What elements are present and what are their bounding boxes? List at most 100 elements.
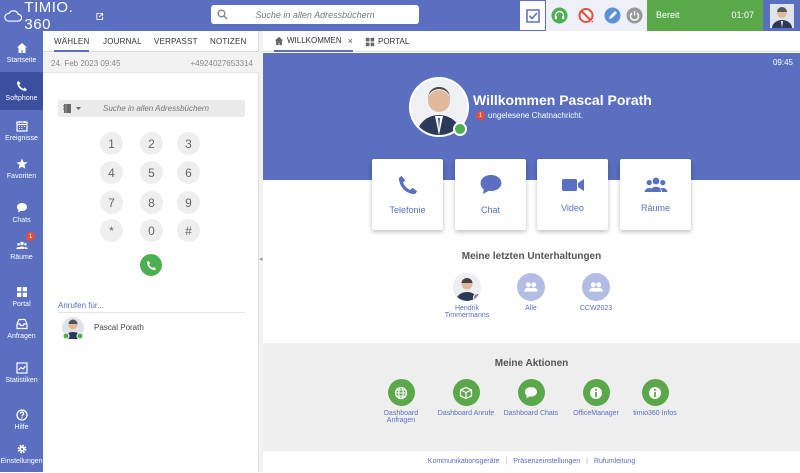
task-check-button[interactable] bbox=[519, 0, 546, 31]
tab-willkommen[interactable]: WILLKOMMEN × bbox=[274, 31, 353, 52]
cloud-icon bbox=[4, 10, 23, 22]
nav-item-einstellungen[interactable]: Einstellungen bbox=[0, 435, 43, 473]
contact-row[interactable]: Pascal Porath bbox=[58, 317, 245, 339]
unread-notice[interactable]: 1 ungelesene Chatnachricht. bbox=[476, 111, 583, 120]
link-praesenzeinstellungen[interactable]: Präsenzeinstellungen bbox=[513, 458, 580, 465]
nav-item-hilfe[interactable]: Hilfe bbox=[0, 401, 43, 439]
online-status-icon bbox=[453, 122, 467, 136]
actions-title: Meine Aktionen bbox=[494, 358, 569, 369]
headset-button[interactable] bbox=[546, 0, 573, 31]
info-icon bbox=[590, 386, 602, 399]
nav-item-anfragen[interactable]: Anfragen bbox=[0, 310, 43, 348]
nav-item-softphone[interactable]: Softphone bbox=[0, 72, 43, 110]
close-icon[interactable]: × bbox=[348, 36, 353, 46]
power-button[interactable] bbox=[621, 0, 648, 31]
dial-key-star[interactable]: * bbox=[100, 219, 123, 242]
phone-icon bbox=[398, 175, 417, 195]
card-telefonie[interactable]: Telefonie bbox=[372, 159, 443, 230]
conversation-alle[interactable]: Alle bbox=[501, 273, 561, 312]
group-icon bbox=[589, 282, 603, 292]
group-avatar bbox=[582, 273, 610, 301]
gear-icon bbox=[17, 444, 26, 454]
nav-item-raeume[interactable]: Räume 1 bbox=[0, 231, 43, 269]
power-icon bbox=[626, 7, 643, 24]
card-raeume[interactable]: Räume bbox=[620, 159, 691, 230]
main-tabs: WILLKOMMEN × PORTAL bbox=[263, 31, 800, 52]
dial-key-0[interactable]: 0 bbox=[140, 219, 163, 242]
nav-label: Portal bbox=[12, 301, 31, 308]
link-rufumleitung[interactable]: Rufumleitung bbox=[594, 458, 635, 465]
nav-label: Anfragen bbox=[7, 333, 36, 340]
status-label: Bereit bbox=[656, 10, 680, 20]
nav-label: Einstellungen bbox=[0, 458, 43, 465]
conversation-ccw2023[interactable]: CCW2023 bbox=[566, 273, 626, 312]
tab-journal[interactable]: JOURNAL bbox=[103, 37, 142, 46]
presence-status[interactable]: Bereit 01:07 bbox=[647, 0, 763, 31]
global-search-input[interactable]: Suche in allen Adressbüchern bbox=[211, 5, 419, 24]
separator: | bbox=[586, 458, 588, 465]
contact-avatar bbox=[453, 273, 481, 301]
nav-label: Favoriten bbox=[6, 173, 37, 180]
actions-section: Meine Aktionen Dashboard Anfragen Dashbo… bbox=[263, 343, 800, 451]
dial-key-1[interactable]: 1 bbox=[100, 132, 123, 155]
external-link-icon[interactable] bbox=[96, 12, 104, 21]
nav-item-startseite[interactable]: Startseite bbox=[0, 34, 43, 72]
grid-icon bbox=[365, 37, 375, 46]
pencil-icon bbox=[604, 7, 621, 24]
dial-key-4[interactable]: 4 bbox=[100, 161, 123, 184]
group-avatar bbox=[517, 273, 545, 301]
nav-item-ereignisse[interactable]: Ereignisse bbox=[0, 112, 43, 150]
dial-search-input[interactable]: Suche in allen Adressbüchern bbox=[58, 100, 245, 117]
softphone-panel: WÄHLEN JOURNAL VERPASST NOTIZEN 24. Feb … bbox=[43, 31, 259, 472]
tab-waehlen[interactable]: WÄHLEN bbox=[54, 37, 90, 52]
tab-label: WILLKOMMEN bbox=[287, 36, 342, 45]
nav-item-chats[interactable]: Chats bbox=[0, 194, 43, 232]
dial-key-5[interactable]: 5 bbox=[140, 161, 163, 184]
globe-icon bbox=[394, 386, 408, 399]
separator: | bbox=[505, 458, 508, 465]
contact-avatar bbox=[62, 317, 84, 339]
call-for-label: Anrufen für... bbox=[58, 301, 245, 313]
call-button[interactable] bbox=[140, 254, 162, 276]
conversation-hendrik[interactable]: Hendrik Timmermanns bbox=[437, 273, 497, 319]
nav-item-favoriten[interactable]: Favoriten bbox=[0, 150, 43, 188]
statistics-icon bbox=[15, 362, 28, 374]
clock-time: 09:45 bbox=[772, 58, 793, 67]
addressbook-dropdown-icon[interactable] bbox=[63, 103, 85, 114]
nav-label: Startseite bbox=[6, 57, 37, 64]
chat-bubble-icon bbox=[480, 175, 501, 194]
action-dashboard-anrufe[interactable]: Dashboard Anrufe bbox=[436, 379, 496, 417]
last-call-row[interactable]: 24. Feb 2023 09:45 +4924027653314 bbox=[43, 52, 259, 73]
conversation-label: Hendrik Timmermanns bbox=[444, 305, 490, 319]
link-kommunikationsgeraete[interactable]: Kommunikationsgeräte bbox=[428, 458, 500, 465]
dial-key-7[interactable]: 7 bbox=[100, 191, 123, 214]
dial-key-2[interactable]: 2 bbox=[140, 132, 163, 155]
tab-notizen[interactable]: NOTIZEN bbox=[210, 37, 247, 46]
dial-key-3[interactable]: 3 bbox=[177, 132, 200, 155]
tab-verpasst[interactable]: VERPASST bbox=[154, 37, 198, 46]
dial-key-8[interactable]: 8 bbox=[140, 191, 163, 214]
welcome-heading: Willkommen Pascal Porath bbox=[473, 92, 652, 108]
inbox-icon bbox=[15, 318, 28, 330]
card-chat[interactable]: Chat bbox=[455, 159, 526, 230]
logo-text: TIMIO. 360 bbox=[24, 0, 74, 33]
dial-key-9[interactable]: 9 bbox=[177, 191, 200, 214]
app-logo[interactable]: TIMIO. 360 bbox=[4, 0, 104, 33]
action-officemanager[interactable]: OfficeManager bbox=[566, 379, 626, 417]
card-video[interactable]: Video bbox=[537, 159, 608, 230]
chat-icon bbox=[16, 203, 27, 213]
action-timio360-infos[interactable]: timio360 Infos bbox=[625, 379, 685, 417]
status-time: 01:07 bbox=[731, 10, 754, 20]
do-not-disturb-button[interactable] bbox=[573, 0, 600, 31]
nav-item-statistiken[interactable]: Statistiken bbox=[0, 354, 43, 392]
dial-key-6[interactable]: 6 bbox=[177, 161, 200, 184]
card-label: Telefonie bbox=[389, 205, 426, 215]
phone-icon bbox=[146, 260, 156, 270]
dial-key-hash[interactable]: # bbox=[177, 219, 200, 242]
action-dashboard-chats[interactable]: Dashboard Chats bbox=[501, 379, 561, 417]
left-navigation: Startseite Softphone Ereignisse Favorite… bbox=[0, 31, 43, 472]
calendar-icon bbox=[15, 121, 28, 132]
user-avatar[interactable] bbox=[763, 0, 800, 31]
action-dashboard-anfragen[interactable]: Dashboard Anfragen bbox=[371, 379, 431, 424]
tab-portal[interactable]: PORTAL bbox=[365, 31, 409, 52]
